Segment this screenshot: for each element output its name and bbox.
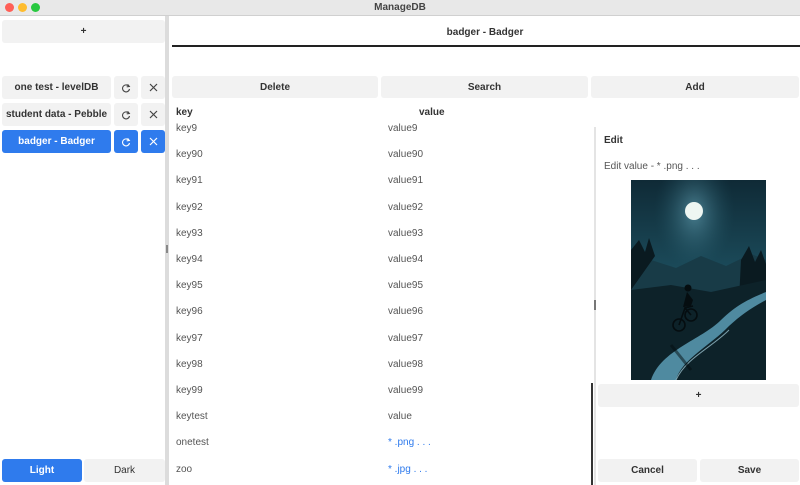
table-row[interactable]: key94 value94 <box>170 246 591 272</box>
edit-panel-title: Edit <box>604 135 623 146</box>
edit-panel-subtitle: Edit value - * .png . . . <box>604 161 700 172</box>
cancel-button[interactable]: Cancel <box>598 459 697 482</box>
row-value: value93 <box>388 227 424 239</box>
refresh-icon <box>121 83 131 93</box>
row-value: value9 <box>388 123 418 134</box>
refresh-connection-button[interactable] <box>114 76 138 99</box>
row-value: value97 <box>388 332 424 344</box>
row-key: onetest <box>176 437 209 449</box>
close-connection-button[interactable] <box>141 130 165 153</box>
close-icon <box>149 110 158 119</box>
table-row[interactable]: key95 value95 <box>170 272 591 298</box>
table-scrollbar[interactable] <box>591 383 593 485</box>
connection-button[interactable]: one test - levelDB <box>2 76 111 99</box>
row-key: key95 <box>176 280 203 292</box>
edit-add-button[interactable]: + <box>598 384 799 407</box>
tab-underline <box>172 45 800 47</box>
key-value-table: key9 value9 key90 value90 key91 value91 key92 v… <box>170 123 591 485</box>
search-button[interactable]: Search <box>381 76 588 98</box>
table-row[interactable]: key90 value90 <box>170 141 591 167</box>
value-image-preview <box>631 180 766 380</box>
table-row[interactable]: key92 value92 <box>170 194 591 220</box>
row-value: value91 <box>388 175 424 187</box>
table-row[interactable]: zoo * .jpg . . . <box>170 456 591 482</box>
row-key: key96 <box>176 306 203 318</box>
row-value: value90 <box>388 149 424 161</box>
edit-panel-resize-handle[interactable] <box>594 127 596 485</box>
row-key: key92 <box>176 201 203 213</box>
add-entry-button[interactable]: Add <box>591 76 799 98</box>
table-row[interactable]: key97 value97 <box>170 325 591 351</box>
row-value: value <box>388 411 412 423</box>
row-key: zoo <box>176 463 193 475</box>
table-row[interactable]: key93 value93 <box>170 220 591 246</box>
table-row[interactable]: key98 value98 <box>170 351 591 377</box>
row-value: value92 <box>388 201 424 213</box>
refresh-connection-button[interactable] <box>114 130 138 153</box>
refresh-icon <box>121 110 131 120</box>
row-value: value98 <box>388 358 424 370</box>
grip-icon <box>166 245 168 253</box>
row-key: key98 <box>176 358 203 370</box>
tab-badger[interactable]: badger - Badger <box>170 20 800 45</box>
row-key: key91 <box>176 175 203 187</box>
refresh-connection-button[interactable] <box>114 103 138 126</box>
theme-dark-button[interactable]: Dark <box>84 459 165 482</box>
connection-button[interactable]: student data - Pebble <box>2 103 111 126</box>
row-key: key97 <box>176 332 203 344</box>
row-value: value99 <box>388 385 424 396</box>
row-key: key90 <box>176 149 203 161</box>
connection-button[interactable]: badger - Badger <box>2 130 111 153</box>
column-header-value[interactable]: value <box>419 107 445 118</box>
table-row[interactable]: key9 value9 <box>170 123 591 141</box>
row-key: key94 <box>176 254 203 265</box>
row-value[interactable]: * .jpg . . . <box>388 464 427 475</box>
table-row[interactable]: key99 value99 <box>170 377 591 403</box>
row-key: key93 <box>176 227 203 239</box>
column-header-key[interactable]: key <box>176 107 193 118</box>
table-row[interactable]: key91 value91 <box>170 167 591 193</box>
window-titlebar: ManageDB <box>0 0 800 16</box>
table-row[interactable]: key96 value96 <box>170 298 591 324</box>
row-value: value95 <box>388 280 424 292</box>
row-key: key9 <box>176 123 198 134</box>
sidebar-resize-handle[interactable] <box>165 16 169 485</box>
window-title: ManageDB <box>374 2 426 13</box>
row-key: key99 <box>176 385 203 396</box>
theme-light-button[interactable]: Light <box>2 459 82 482</box>
row-value: value94 <box>388 254 424 265</box>
row-value: value96 <box>388 306 424 318</box>
grip-icon <box>594 300 596 310</box>
refresh-icon <box>121 137 131 147</box>
row-value[interactable]: * .png . . . <box>388 437 431 448</box>
delete-button[interactable]: Delete <box>172 76 378 98</box>
close-connection-button[interactable] <box>141 103 165 126</box>
close-icon <box>149 83 158 92</box>
table-row[interactable]: keytest value <box>170 403 591 429</box>
row-key: keytest <box>176 411 208 423</box>
close-connection-button[interactable] <box>141 76 165 99</box>
add-connection-button[interactable]: + <box>2 20 165 43</box>
table-row[interactable]: onetest * .png . . . <box>170 429 591 455</box>
save-button[interactable]: Save <box>700 459 799 482</box>
close-icon <box>149 137 158 146</box>
night-cyclist-image <box>631 180 766 380</box>
